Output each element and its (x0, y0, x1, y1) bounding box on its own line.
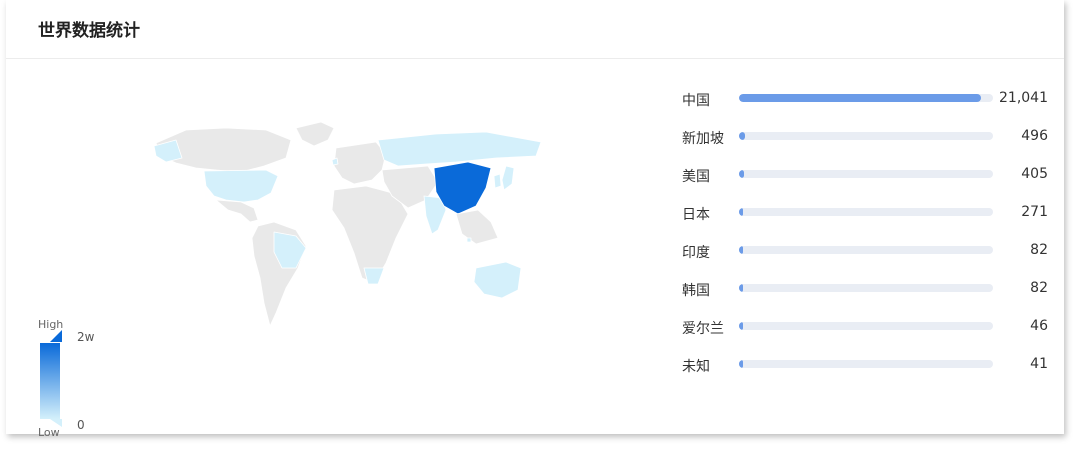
visual-map-legend: High 2w 0 Low (36, 318, 126, 439)
ranking-bar-track (739, 322, 993, 330)
ranking-row: 日本 271 (682, 202, 1048, 240)
ranking-row: 印度 82 (682, 240, 1048, 278)
ranking-value: 82 (1030, 242, 1048, 258)
map-region-ireland (331, 157, 339, 166)
ranking-row: 中国 21,041 (682, 88, 1048, 126)
ranking-value: 271 (1021, 204, 1048, 220)
ranking-value: 82 (1030, 280, 1048, 296)
ranking-country: 韩国 (682, 283, 710, 299)
ranking-bar-fill (739, 132, 745, 140)
card-header: 世界数据统计 (6, 0, 1064, 59)
map-region-south-africa (363, 267, 385, 285)
ranking-bar-fill (739, 284, 743, 292)
map-region-greenland (295, 121, 335, 147)
ranking-bar-track (739, 132, 993, 140)
legend-min-label: 0 (77, 418, 85, 432)
ranking-country: 美国 (682, 169, 710, 185)
map-region-mexico (215, 199, 259, 223)
ranking-value: 46 (1030, 318, 1048, 334)
ranking-country: 未知 (682, 359, 710, 375)
ranking-row: 新加坡 496 (682, 126, 1048, 164)
map-region-usa (203, 169, 279, 203)
ranking-bar-track (739, 284, 993, 292)
ranking-row: 未知 41 (682, 354, 1048, 392)
legend-gradient-bar[interactable] (40, 343, 60, 419)
ranking-bar-fill (739, 208, 743, 216)
ranking-country: 中国 (682, 93, 710, 109)
card-title: 世界数据统计 (38, 21, 140, 41)
ranking-row: 韩国 82 (682, 278, 1048, 316)
ranking-bar-fill (739, 360, 743, 368)
world-stats-card: 世界数据统计 High 2w 0 Low 中国 21,041 新加坡 496 美… (6, 0, 1064, 439)
map-region-southeast-asia (455, 209, 499, 245)
legend-max-label: 2w (77, 330, 95, 344)
map-region-singapore (466, 237, 472, 243)
ranking-country: 日本 (682, 207, 710, 223)
ranking-bar-track (739, 94, 993, 102)
world-map (153, 121, 542, 327)
ranking-country: 新加坡 (682, 131, 724, 147)
ranking-value: 21,041 (999, 90, 1048, 106)
ranking-bar-fill (739, 322, 743, 330)
country-ranking-list: 中国 21,041 新加坡 496 美国 405 日本 271 印度 82 韩国… (682, 88, 1048, 392)
ranking-value: 41 (1030, 356, 1048, 372)
ranking-value: 405 (1021, 166, 1048, 182)
ranking-bar-track (739, 208, 993, 216)
ranking-row: 爱尔兰 46 (682, 316, 1048, 354)
ranking-bar-fill (739, 94, 981, 102)
map-region-europe (333, 141, 387, 185)
legend-max-handle[interactable] (50, 330, 62, 342)
map-region-japan (501, 165, 515, 191)
legend-low-label: Low (38, 426, 60, 439)
map-region-russia (377, 131, 542, 167)
ranking-bar-fill (739, 246, 743, 254)
map-region-australia (473, 261, 522, 299)
map-region-korea (493, 173, 502, 189)
ranking-bar-fill (739, 170, 744, 178)
ranking-country: 印度 (682, 245, 710, 261)
ranking-value: 496 (1021, 128, 1048, 144)
ranking-bar-track (739, 246, 993, 254)
ranking-bar-track (739, 360, 993, 368)
ranking-row: 美国 405 (682, 164, 1048, 202)
ranking-bar-track (739, 170, 993, 178)
ranking-country: 爱尔兰 (682, 321, 724, 337)
